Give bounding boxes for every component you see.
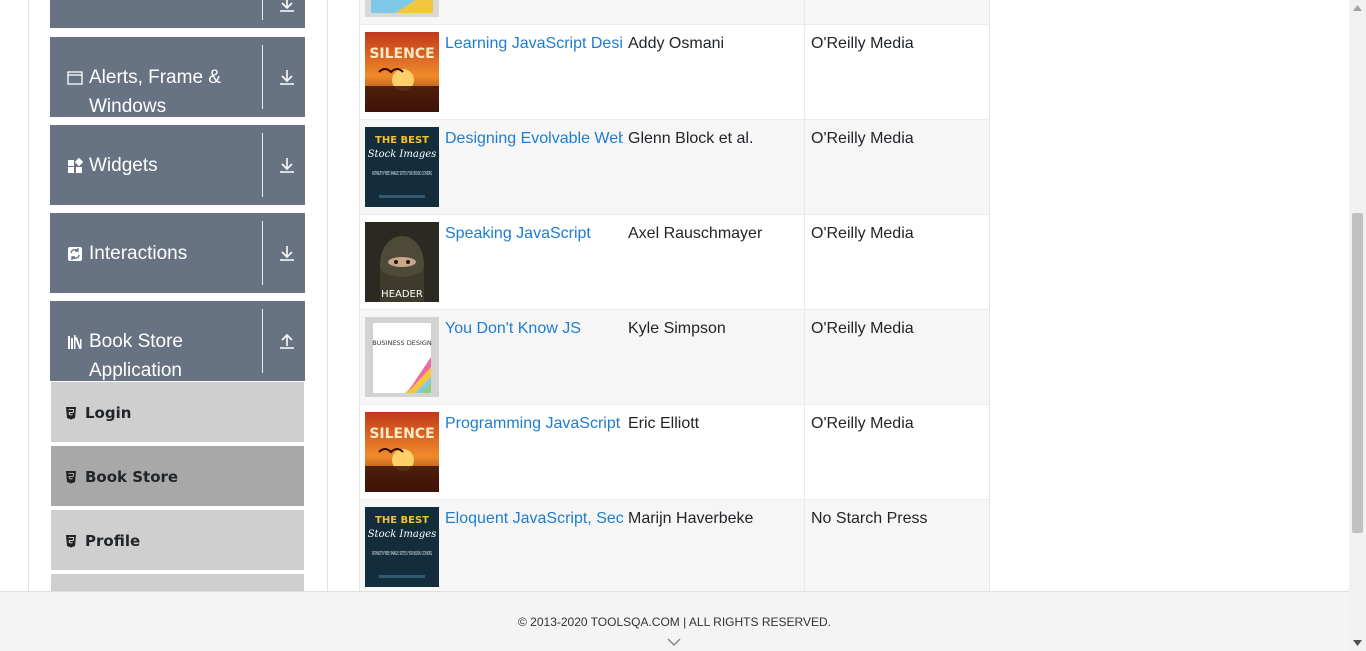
copyright-text: © 2013-2020 TOOLSQA.COM | ALL RIGHTS RES… <box>518 615 831 629</box>
book-author: Eric Elliott <box>628 415 700 432</box>
book-cover: SILENCE <box>365 412 439 492</box>
book-cover: SILENCE <box>365 32 439 112</box>
group-title: Book Store Application <box>89 331 183 381</box>
html5-icon <box>66 471 76 484</box>
sidebar-group-collapsed[interactable] <box>50 0 305 28</box>
sidebar-group-book-store-application[interactable]: Book Store Application <box>50 301 305 381</box>
group-divider <box>262 309 263 373</box>
html5-icon <box>66 407 76 420</box>
book-cover: THE BEST Stock Images ROYALTY-FREE IMAGE… <box>365 127 439 207</box>
table-row: THE BEST Stock Images ROYALTY-FREE IMAGE… <box>360 119 989 214</box>
scroll-up-arrow-icon[interactable] <box>1353 5 1362 11</box>
column-divider <box>804 120 805 214</box>
book-cover <box>365 0 439 17</box>
scrollbar-thumb[interactable] <box>1352 213 1363 533</box>
books-icon <box>68 335 82 349</box>
widgets-icon <box>68 158 83 173</box>
column-divider <box>804 500 805 591</box>
table-row: SILENCE Programming JavaScript Applicati… <box>360 404 989 499</box>
sidebar-item-book-store[interactable]: Book Store <box>51 446 304 508</box>
sidebar-item-label: Profile <box>85 532 141 550</box>
column-divider <box>804 25 805 119</box>
book-title-link[interactable]: Learning JavaScript Design Patterns <box>445 35 623 53</box>
sidebar-group-widgets[interactable]: Widgets <box>50 125 305 205</box>
sidebar-group-alerts-frame-windows[interactable]: Alerts, Frame & Windows <box>50 37 305 117</box>
download-arrow-icon[interactable] <box>278 0 296 13</box>
table-row <box>360 0 989 24</box>
book-author: Axel Rauschmayer <box>628 225 763 242</box>
sidebar-item-login[interactable]: Login <box>51 382 304 444</box>
book-author: Kyle Simpson <box>628 320 726 337</box>
column-divider <box>804 310 805 404</box>
book-cover: BUSINESS DESIGN <box>365 317 439 397</box>
book-publisher: O'Reilly Media <box>811 130 914 147</box>
table-row: BUSINESS DESIGN You Don't Know JS Kyle S… <box>360 309 989 404</box>
upload-arrow-icon[interactable] <box>278 332 296 350</box>
book-cover: HEADER <box>365 222 439 302</box>
book-author: Addy Osmani <box>628 35 725 52</box>
chevron-down-icon[interactable] <box>667 638 681 647</box>
download-arrow-icon[interactable] <box>278 68 296 86</box>
sidebar-group-interactions[interactable]: Interactions <box>50 213 305 293</box>
group-title: Alerts, Frame & Windows <box>89 67 221 117</box>
table-row: SILENCE Learning JavaScript Design Patte… <box>360 24 989 119</box>
book-title-link[interactable]: Eloquent JavaScript, Second Edition <box>445 510 623 528</box>
book-publisher: O'Reilly Media <box>811 320 914 337</box>
sidebar-item-label: Book Store <box>85 468 179 486</box>
interactions-icon <box>68 247 82 261</box>
group-divider <box>262 0 263 20</box>
vertical-scrollbar[interactable] <box>1349 0 1366 651</box>
column-divider <box>804 0 805 24</box>
book-title-link[interactable]: Programming JavaScript Applications <box>445 415 623 433</box>
cover-subtitle: ROYALTY-FREE IMAGE SITES FOR BOOK COVERS <box>372 171 432 177</box>
table-row: HEADER Speaking JavaScript Axel Rauschma… <box>360 214 989 309</box>
column-divider <box>804 405 805 499</box>
book-publisher: O'Reilly Media <box>811 35 914 52</box>
cover-heading: THE BEST <box>375 135 429 146</box>
sidebar-item-profile[interactable]: Profile <box>51 510 304 572</box>
cover-title: HEADER <box>381 289 423 300</box>
book-publisher: No Starch Press <box>811 510 928 527</box>
cover-script: Stock Images <box>368 529 437 540</box>
page-footer: © 2013-2020 TOOLSQA.COM | ALL RIGHTS RES… <box>0 591 1349 651</box>
scroll-down-arrow-icon[interactable] <box>1353 640 1362 646</box>
cover-heading: THE BEST <box>375 515 429 526</box>
table-row: THE BEST Stock Images ROYALTY-FREE IMAGE… <box>360 499 989 591</box>
sidebar-item-label: Login <box>85 404 132 422</box>
cover-title: BUSINESS DESIGN <box>372 339 432 347</box>
cover-script: Stock Images <box>368 149 437 160</box>
download-arrow-icon[interactable] <box>278 156 296 174</box>
book-title-link[interactable]: Speaking JavaScript <box>445 225 623 243</box>
sidebar-item-partial[interactable] <box>51 574 304 591</box>
group-divider <box>262 45 263 109</box>
book-publisher: O'Reilly Media <box>811 225 914 242</box>
column-divider <box>804 215 805 309</box>
book-author: Marijn Haverbeke <box>628 510 754 527</box>
group-title: Interactions <box>89 243 188 264</box>
book-publisher: O'Reilly Media <box>811 415 914 432</box>
group-divider <box>262 221 263 285</box>
book-title-link[interactable]: You Don't Know JS <box>445 320 623 338</box>
book-title-link[interactable]: Designing Evolvable Web APIs with ASP.NE… <box>445 130 623 148</box>
book-cover: THE BEST Stock Images ROYALTY-FREE IMAGE… <box>365 507 439 587</box>
download-arrow-icon[interactable] <box>278 244 296 262</box>
group-divider <box>262 133 263 197</box>
html5-icon <box>66 535 76 548</box>
book-author: Glenn Block et al. <box>628 130 754 147</box>
cover-title: SILENCE <box>369 46 434 62</box>
window-icon <box>67 71 83 85</box>
cover-title: SILENCE <box>369 426 434 442</box>
cover-subtitle: ROYALTY-FREE IMAGE SITES FOR BOOK COVERS <box>372 551 432 557</box>
books-table: SILENCE Learning JavaScript Design Patte… <box>359 0 990 591</box>
group-title: Widgets <box>89 155 158 176</box>
